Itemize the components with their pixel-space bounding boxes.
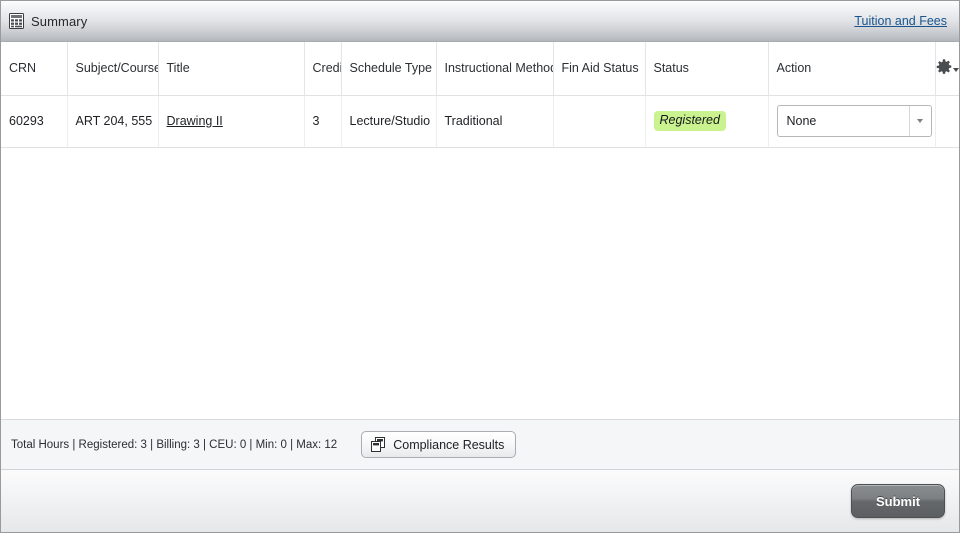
cell-title: Drawing II <box>158 95 305 148</box>
column-header-status[interactable]: Status <box>645 42 769 96</box>
cell-instructional-method: Traditional <box>436 95 554 148</box>
cell-credits: 3 <box>304 95 342 148</box>
compliance-results-label: Compliance Results <box>393 437 505 452</box>
compliance-results-button[interactable]: Compliance Results <box>361 431 517 458</box>
action-select[interactable]: None <box>776 105 932 137</box>
cell-status: Registered <box>645 95 769 148</box>
schedule-table-area: CRN Subject/Course Title Credit Hours Sc… <box>1 42 959 419</box>
cell-spacer <box>935 95 959 148</box>
course-title-link[interactable]: Drawing II <box>167 114 223 128</box>
registration-summary-panel: Summary Tuition and Fees CRN Subject/Cou… <box>0 0 960 533</box>
panel-header: Summary Tuition and Fees <box>1 1 959 42</box>
cell-action: None <box>768 95 936 148</box>
gear-icon[interactable] <box>936 59 959 75</box>
table-grid-icon <box>9 13 24 29</box>
column-header-schedule-type[interactable]: Schedule Type <box>341 42 437 96</box>
submit-button[interactable]: Submit <box>851 484 945 518</box>
status-badge: Registered <box>653 111 726 131</box>
table-header-row: CRN Subject/Course Title Credit Hours Sc… <box>1 42 959 96</box>
copy-documents-icon <box>371 437 386 452</box>
cell-crn: 60293 <box>1 95 68 148</box>
column-header-instructional-method[interactable]: Instructional Method <box>436 42 554 96</box>
page-title: Summary <box>31 13 88 29</box>
chevron-down-icon <box>952 67 959 72</box>
panel-title-group: Summary <box>9 13 87 29</box>
total-hours-summary: Total Hours | Registered: 3 | Billing: 3… <box>11 438 338 451</box>
cell-fin-aid-status <box>553 95 646 148</box>
column-header-title[interactable]: Title <box>158 42 305 96</box>
totals-bar: Total Hours | Registered: 3 | Billing: 3… <box>1 419 959 470</box>
cell-subject: ART 204, 555 <box>67 95 159 148</box>
column-header-crn[interactable]: CRN <box>1 42 68 96</box>
action-select-value: None <box>786 114 817 128</box>
column-header-fin-aid-status[interactable]: Fin Aid Status <box>553 42 646 96</box>
column-header-credits[interactable]: Credit Hours <box>304 42 342 96</box>
chevron-down-icon[interactable] <box>908 106 931 136</box>
column-header-subject[interactable]: Subject/Course <box>67 42 159 96</box>
table-settings-header <box>935 42 959 96</box>
table-row: 60293 ART 204, 555 Drawing II 3 Lecture/… <box>1 95 959 148</box>
footer-bar: Submit <box>1 470 959 532</box>
column-header-action[interactable]: Action <box>768 42 936 96</box>
cell-schedule-type: Lecture/Studio <box>341 95 437 148</box>
tuition-and-fees-link[interactable]: Tuition and Fees <box>854 14 947 28</box>
schedule-summary-table: CRN Subject/Course Title Credit Hours Sc… <box>1 42 959 148</box>
